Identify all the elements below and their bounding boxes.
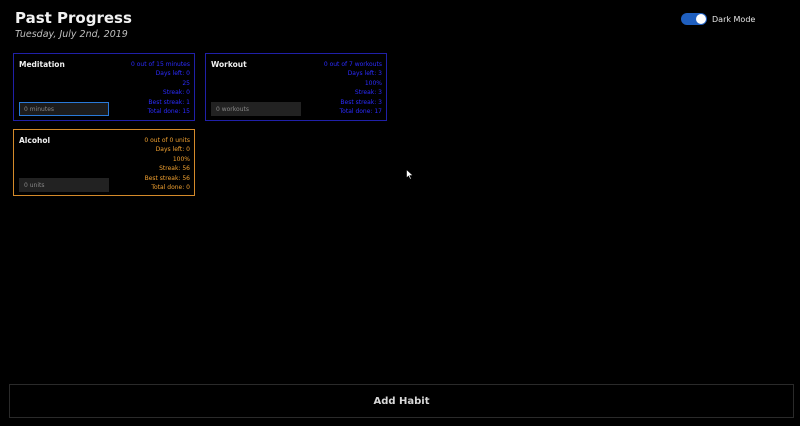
habit-progress: 0 out of 15 minutes bbox=[131, 61, 190, 68]
habit-progress: 0 out of 0 units bbox=[144, 137, 190, 144]
habit-total-done: Total done: 17 bbox=[339, 108, 382, 116]
page-date: Tuesday, July 2nd, 2019 bbox=[15, 29, 128, 40]
habit-streak: Streak: 0 bbox=[162, 89, 190, 97]
add-habit-button[interactable]: Add Habit bbox=[9, 384, 794, 418]
toggle-knob bbox=[696, 14, 706, 24]
habit-input-placeholder: 0 workouts bbox=[216, 105, 249, 113]
habit-input-placeholder: 0 units bbox=[24, 181, 45, 189]
habit-best-streak: Best streak: 1 bbox=[148, 98, 190, 106]
habit-name: Meditation bbox=[19, 60, 65, 69]
habit-total-done: Total done: 0 bbox=[151, 184, 190, 192]
habit-days-left: Days left: 3 bbox=[347, 70, 382, 78]
habit-progress: 0 out of 7 workouts bbox=[323, 61, 382, 68]
habit-streak: Streak: 56 bbox=[159, 165, 190, 173]
habit-percent: 25 bbox=[182, 79, 190, 87]
habit-days-left: Days left: 0 bbox=[155, 146, 190, 154]
habit-best-streak: Best streak: 3 bbox=[340, 98, 382, 106]
habit-percent: 100% bbox=[364, 79, 382, 87]
habit-name: Workout bbox=[211, 60, 247, 69]
habit-card-alcohol[interactable]: Alcohol 0 out of 0 units Days left: 0 10… bbox=[13, 129, 195, 196]
habit-card-workout[interactable]: Workout 0 out of 7 workouts Days left: 3… bbox=[205, 53, 387, 121]
habit-input[interactable]: 0 units bbox=[19, 178, 109, 192]
habit-stats: 0 out of 7 workouts Days left: 3 100% St… bbox=[324, 60, 382, 116]
dark-mode-label: Dark Mode bbox=[712, 14, 756, 24]
dark-mode-toggle[interactable] bbox=[681, 13, 707, 25]
past-progress-page: Past Progress Tuesday, July 2nd, 2019 Da… bbox=[0, 0, 800, 426]
habit-percent: 100% bbox=[172, 155, 190, 163]
habit-streak: Streak: 3 bbox=[354, 89, 382, 97]
habit-input[interactable]: 0 workouts bbox=[211, 102, 301, 116]
habit-card-meditation[interactable]: Meditation 0 out of 15 minutes Days left… bbox=[13, 53, 195, 121]
mouse-cursor-icon bbox=[406, 169, 414, 180]
habit-stats: 0 out of 0 units Days left: 0 100% Strea… bbox=[144, 136, 190, 192]
habit-total-done: Total done: 15 bbox=[147, 108, 190, 116]
habit-input-placeholder: 0 minutes bbox=[24, 105, 55, 113]
habit-input[interactable]: 0 minutes bbox=[19, 102, 109, 116]
habit-name: Alcohol bbox=[19, 136, 51, 145]
page-title: Past Progress bbox=[15, 9, 132, 27]
habit-best-streak: Best streak: 56 bbox=[144, 174, 190, 182]
habit-days-left: Days left: 0 bbox=[155, 70, 190, 78]
habit-stats: 0 out of 15 minutes Days left: 0 25 Stre… bbox=[131, 60, 190, 116]
dark-mode-control[interactable]: Dark Mode bbox=[681, 13, 755, 25]
